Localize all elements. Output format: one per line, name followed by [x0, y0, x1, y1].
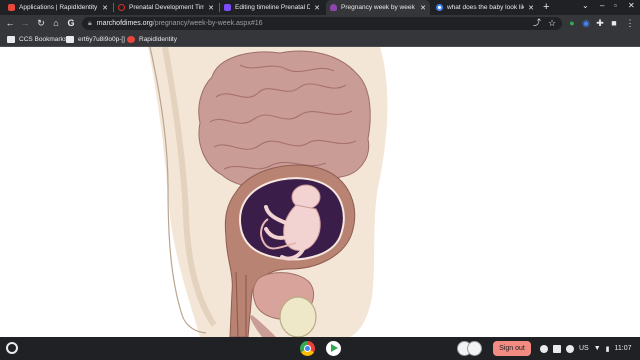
system-shelf: Sign out US ▼ ▮ 11:07: [0, 337, 640, 360]
google-g-icon[interactable]: G: [65, 17, 77, 29]
url-host: marchofdimes.org: [96, 20, 153, 27]
tab-editing-timeline[interactable]: Editing timeline Prenatal Deve ✕: [220, 0, 324, 15]
tab-google-search[interactable]: what does the baby look like i ✕: [432, 0, 538, 15]
tab-title: Pregnancy week by week: [341, 4, 415, 11]
extension-blue-icon[interactable]: ◉: [580, 17, 592, 29]
url-path: /pregnancy/week-by-week.aspx#16: [152, 20, 263, 27]
tab-title: Applications | RapidIdentity: [19, 4, 98, 11]
bookmark-label: CCS Bookmarks: [19, 36, 68, 43]
profile-icon[interactable]: ■: [608, 17, 620, 29]
rapididentity-favicon-icon: [8, 4, 15, 11]
close-window-icon[interactable]: ✕: [628, 1, 635, 10]
tab-title: what does the baby look like i: [447, 4, 525, 11]
bookmark-folder[interactable]: ert6y7u8i9o0p-[]: [66, 34, 125, 45]
clock: 11:07: [614, 345, 632, 352]
extensions-puzzle-icon[interactable]: ✚: [594, 17, 606, 29]
home-icon[interactable]: ⌂: [50, 17, 62, 29]
bookmarks-bar: CCS Bookmarks ert6y7u8i9o0p-[] RapidIden…: [0, 32, 640, 47]
chevron-down-icon[interactable]: ⌄: [582, 1, 589, 10]
back-icon[interactable]: ←: [4, 17, 16, 29]
timeline-favicon-icon: [224, 4, 231, 11]
battery-icon: ▮: [605, 345, 610, 353]
tab-title: Prenatal Development Timeli: [129, 4, 205, 11]
pubic-bone: [279, 296, 317, 337]
minimize-icon[interactable]: –: [600, 1, 604, 10]
status-tray[interactable]: US ▼ ▮ 11:07: [540, 341, 632, 356]
address-bar[interactable]: 🔒︎ marchofdimes.org /pregnancy/week-by-w…: [82, 17, 562, 30]
bookmark-label: ert6y7u8i9o0p-[]: [78, 36, 125, 43]
chrome-app-icon[interactable]: [300, 341, 315, 356]
close-icon[interactable]: ✕: [208, 4, 214, 12]
close-icon[interactable]: ✕: [314, 4, 320, 12]
share-icon[interactable]: ⤴: [531, 17, 543, 29]
tab-strip: Applications | RapidIdentity ✕ Prenatal …: [0, 0, 640, 15]
screen-capture-icon[interactable]: [553, 344, 561, 353]
extension-green-icon[interactable]: ●: [566, 17, 578, 29]
locale-label: US: [579, 345, 589, 352]
close-icon[interactable]: ✕: [528, 4, 534, 12]
more-menu-icon[interactable]: ⋮: [624, 17, 636, 29]
bookmark-label: RapidIdentity: [139, 36, 177, 43]
forward-icon[interactable]: →: [19, 17, 31, 29]
info-icon[interactable]: [566, 344, 574, 353]
maximize-icon[interactable]: ▫: [614, 1, 617, 10]
account-avatars[interactable]: [457, 341, 489, 356]
tab-pregnancy-week-by-week[interactable]: Pregnancy week by week ✕: [326, 0, 430, 15]
close-icon[interactable]: ✕: [420, 4, 426, 12]
bookmark-rapididentity[interactable]: RapidIdentity: [127, 34, 177, 45]
lock-icon[interactable]: 🔒︎: [88, 20, 92, 28]
wifi-icon: ▼: [593, 345, 601, 352]
google-favicon-icon: [436, 4, 443, 11]
rapididentity-icon: [127, 36, 135, 43]
record-favicon-icon: [118, 4, 125, 11]
close-icon[interactable]: ✕: [102, 4, 108, 12]
new-tab-icon[interactable]: +: [543, 1, 549, 13]
avatar[interactable]: [467, 341, 482, 356]
marchofdimes-favicon-icon: [330, 4, 337, 11]
record-icon[interactable]: [540, 344, 548, 353]
tab-rapididentity[interactable]: Applications | RapidIdentity ✕: [4, 0, 112, 15]
browser-toolbar: ← → ↻ ⌂ G 🔒︎ marchofdimes.org /pregnancy…: [0, 15, 640, 32]
launcher-icon[interactable]: [6, 342, 18, 354]
folder-icon: [66, 36, 74, 43]
play-store-icon[interactable]: [326, 341, 341, 356]
sign-out-button[interactable]: Sign out: [493, 341, 531, 356]
pregnancy-illustration: [148, 47, 388, 337]
bookmark-star-icon[interactable]: ☆: [546, 17, 558, 29]
page-content: [0, 47, 640, 337]
folder-icon: [7, 36, 15, 43]
reload-icon[interactable]: ↻: [35, 17, 47, 29]
bookmark-ccs-bookmarks[interactable]: CCS Bookmarks: [7, 34, 67, 45]
tab-prenatal-development[interactable]: Prenatal Development Timeli ✕: [114, 0, 218, 15]
tab-title: Editing timeline Prenatal Deve: [235, 4, 311, 11]
